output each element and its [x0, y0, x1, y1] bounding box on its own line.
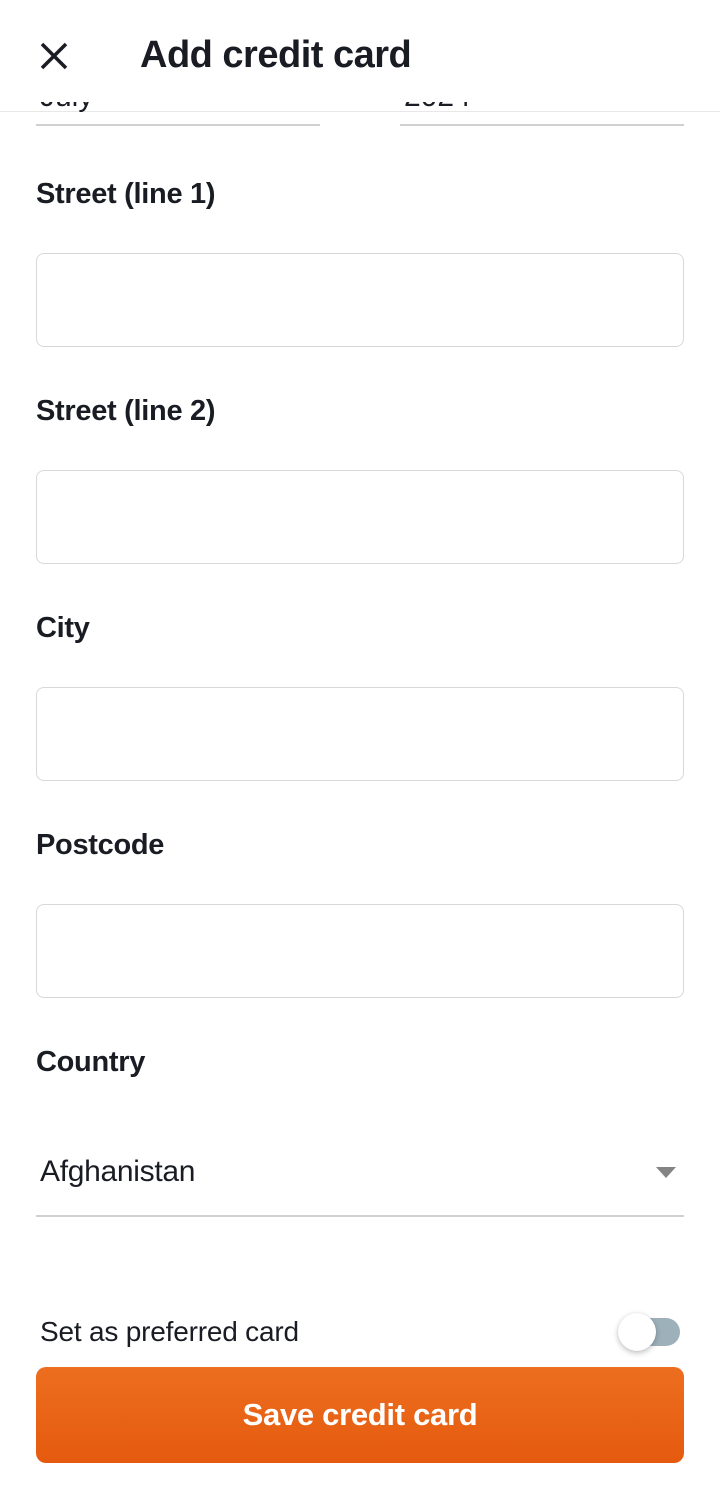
street2-group: Street (line 2): [36, 395, 684, 564]
expiry-month-value: July: [40, 102, 93, 114]
chevron-down-icon: [656, 1167, 676, 1178]
close-button[interactable]: [36, 38, 72, 74]
city-input[interactable]: [36, 687, 684, 781]
postcode-input[interactable]: [36, 904, 684, 998]
street2-label: Street (line 2): [36, 395, 684, 428]
modal-header: Add credit card: [0, 0, 720, 112]
street1-label: Street (line 1): [36, 178, 684, 211]
street1-input[interactable]: [36, 253, 684, 347]
postcode-label: Postcode: [36, 829, 684, 862]
city-label: City: [36, 612, 684, 645]
preferred-toggle-label: Set as preferred card: [40, 1316, 299, 1348]
page-title: Add credit card: [140, 34, 411, 77]
form-content: July 2024 Street (line 1) Street (line 2…: [0, 102, 720, 1497]
preferred-toggle-row: Set as preferred card: [36, 1313, 684, 1351]
street2-input[interactable]: [36, 470, 684, 564]
country-select[interactable]: Afghanistan: [36, 1155, 684, 1217]
street1-group: Street (line 1): [36, 178, 684, 347]
expiry-year-select[interactable]: 2024: [400, 102, 684, 126]
country-label: Country: [36, 1046, 684, 1079]
toggle-thumb: [618, 1313, 656, 1351]
country-value: Afghanistan: [40, 1155, 195, 1189]
expiry-row: July 2024: [36, 102, 684, 126]
city-group: City: [36, 612, 684, 781]
postcode-group: Postcode: [36, 829, 684, 998]
country-group: Country Afghanistan: [36, 1046, 684, 1217]
close-icon: [39, 41, 69, 71]
preferred-toggle[interactable]: [618, 1313, 680, 1351]
save-button[interactable]: Save credit card: [36, 1367, 684, 1463]
expiry-year-value: 2024: [404, 102, 471, 114]
expiry-month-select[interactable]: July: [36, 102, 320, 126]
